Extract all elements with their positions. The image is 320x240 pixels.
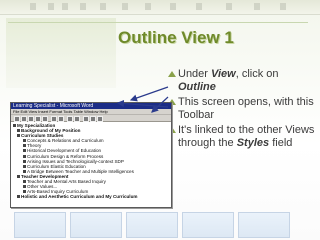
- decorative-pane: [6, 18, 116, 88]
- outline-bullet-icon: [17, 174, 20, 178]
- outline-bullet-icon: [23, 144, 26, 148]
- outline-bullet-icon: [23, 190, 26, 194]
- bottom-panel: [182, 212, 234, 238]
- outline-bullet-icon: [17, 134, 20, 138]
- outline-bullet-icon: [23, 149, 26, 153]
- outline-bullet-icon: [23, 185, 26, 189]
- outline-row[interactable]: Holistic and Aesthetic Curriculum and My…: [13, 194, 169, 199]
- outline-toolbar: [11, 115, 171, 122]
- outline-bullet-icon: [23, 169, 26, 173]
- outline-row-text: Holistic and Aesthetic Curriculum and My…: [21, 194, 138, 200]
- bottom-panel: [70, 212, 122, 238]
- outline-bullet-icon: [23, 159, 26, 163]
- bullet-item: This screen opens, with this Toolbar: [168, 96, 316, 122]
- outline-bullet-icon: [13, 124, 16, 127]
- outline-bullet-icon: [23, 180, 26, 184]
- triangle-bullet-icon: [168, 71, 176, 77]
- bullet-list: Under View, click on Outline This screen…: [168, 68, 316, 152]
- top-decoration: [0, 0, 320, 15]
- bullet-item: Under View, click on Outline: [168, 68, 316, 94]
- outline-bullet-icon: [17, 195, 20, 199]
- bullet-item: It's linked to the other Views through t…: [168, 124, 316, 150]
- bottom-panel: [126, 212, 178, 238]
- outline-bullet-icon: [17, 129, 20, 133]
- bottom-panel: [238, 212, 290, 238]
- outline-bullet-icon: [23, 164, 26, 168]
- word-outline-screenshot: Learning Specialist - Microsoft Word Fil…: [10, 102, 172, 208]
- bottom-panel: [14, 212, 66, 238]
- divider: [8, 22, 308, 23]
- outline-bullet-icon: [23, 139, 26, 143]
- outline-bullet-icon: [23, 154, 26, 158]
- slide-title: Outline View 1: [118, 28, 234, 47]
- outline-document: My Specialization Background of My Positi…: [11, 122, 171, 207]
